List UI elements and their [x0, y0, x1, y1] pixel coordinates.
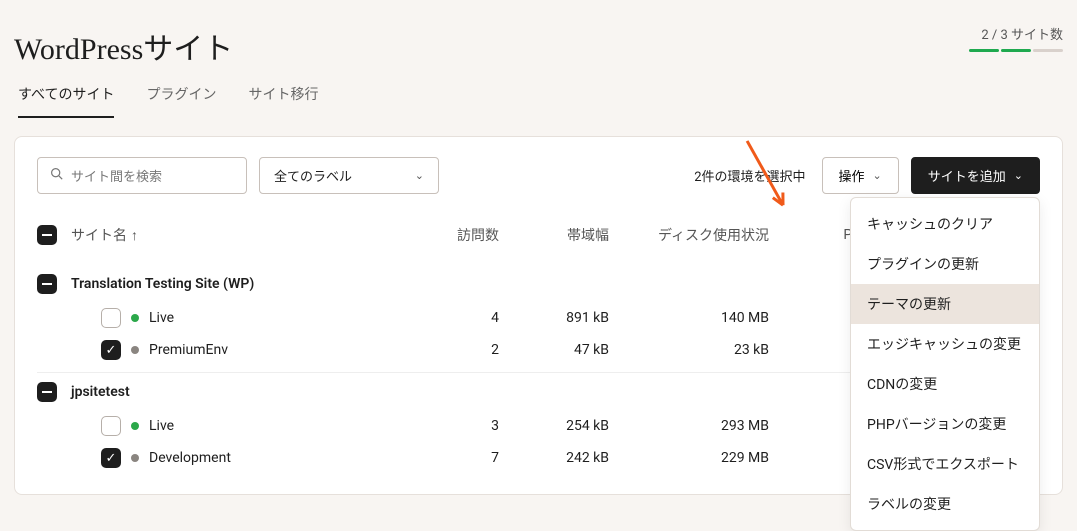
tab-0[interactable]: すべてのサイト	[18, 76, 114, 118]
search-icon	[50, 167, 63, 184]
status-dot-icon	[131, 314, 139, 322]
col-visits: 訪問数	[411, 225, 521, 245]
select-all-checkbox[interactable]	[37, 225, 57, 245]
env-visits: 7	[411, 450, 521, 466]
site-quota-text: 2 / 3 サイト数	[969, 24, 1063, 43]
env-disk: 140 MB	[631, 310, 791, 326]
env-disk: 293 MB	[631, 418, 791, 434]
add-site-label: サイトを追加	[928, 166, 1006, 185]
col-bandwidth: 帯域幅	[521, 225, 631, 245]
status-dot-icon	[131, 454, 139, 462]
label-filter-value: 全てのラベル	[274, 166, 352, 185]
actions-menu-item[interactable]: キャッシュのクリア	[851, 204, 1039, 244]
add-site-button[interactable]: サイトを追加 ⌄	[911, 157, 1040, 194]
env-visits: 4	[411, 310, 521, 326]
col-site-name[interactable]: サイト名↑	[71, 225, 411, 245]
env-name[interactable]: Live	[149, 418, 174, 434]
env-name[interactable]: Development	[149, 450, 231, 466]
tab-2[interactable]: サイト移行	[248, 76, 318, 118]
group-checkbox[interactable]	[37, 382, 57, 402]
env-checkbox[interactable]	[101, 416, 121, 436]
actions-menu-item[interactable]: PHPバージョンの変更	[851, 404, 1039, 444]
actions-menu-item[interactable]: プラグインの更新	[851, 244, 1039, 284]
tabs: すべてのサイトプラグインサイト移行	[0, 68, 1077, 118]
label-filter-select[interactable]: 全てのラベル ⌄	[259, 157, 439, 194]
sort-asc-icon: ↑	[131, 228, 138, 244]
env-checkbox[interactable]	[101, 308, 121, 328]
env-bandwidth: 254 kB	[521, 418, 631, 434]
actions-menu-item[interactable]: テーマの更新	[851, 284, 1039, 324]
env-bandwidth: 891 kB	[521, 310, 631, 326]
env-visits: 3	[411, 418, 521, 434]
actions-menu-item[interactable]: CSV形式でエクスポート	[851, 444, 1039, 484]
chevron-down-icon: ⌄	[1014, 169, 1023, 182]
chevron-down-icon: ⌄	[873, 169, 882, 182]
env-disk: 229 MB	[631, 450, 791, 466]
group-checkbox[interactable]	[37, 274, 57, 294]
tab-1[interactable]: プラグイン	[146, 76, 216, 118]
group-name[interactable]: Translation Testing Site (WP)	[71, 276, 411, 292]
search-placeholder: サイト間を検索	[71, 166, 162, 185]
search-input[interactable]: サイト間を検索	[37, 157, 247, 194]
selected-count: 2件の環境を選択中	[694, 166, 805, 185]
actions-menu-item[interactable]: エッジキャッシュの変更	[851, 324, 1039, 364]
status-dot-icon	[131, 422, 139, 430]
actions-menu-item[interactable]: CDNの変更	[851, 364, 1039, 404]
actions-label: 操作	[839, 166, 865, 185]
actions-menu-item[interactable]: ラベルの変更	[851, 484, 1039, 524]
env-bandwidth: 242 kB	[521, 450, 631, 466]
env-name[interactable]: Live	[149, 310, 174, 326]
env-visits: 2	[411, 342, 521, 358]
site-quota-bar	[969, 49, 1063, 52]
actions-button[interactable]: 操作 ⌄	[822, 157, 899, 194]
sites-panel: サイト間を検索 全てのラベル ⌄ 2件の環境を選択中 操作 ⌄ サイトを追加 ⌄…	[14, 136, 1063, 495]
status-dot-icon	[131, 346, 139, 354]
env-disk: 23 kB	[631, 342, 791, 358]
env-name[interactable]: PremiumEnv	[149, 342, 228, 358]
actions-dropdown: キャッシュのクリアプラグインの更新テーマの更新エッジキャッシュの変更CDNの変更…	[850, 197, 1040, 531]
env-bandwidth: 47 kB	[521, 342, 631, 358]
site-quota: 2 / 3 サイト数	[969, 24, 1063, 52]
group-name[interactable]: jpsitetest	[71, 384, 411, 400]
env-checkbox[interactable]	[101, 340, 121, 360]
page-title: WordPressサイト	[14, 24, 233, 68]
env-checkbox[interactable]	[101, 448, 121, 468]
chevron-down-icon: ⌄	[415, 169, 424, 182]
col-disk: ディスク使用状況	[631, 225, 791, 245]
